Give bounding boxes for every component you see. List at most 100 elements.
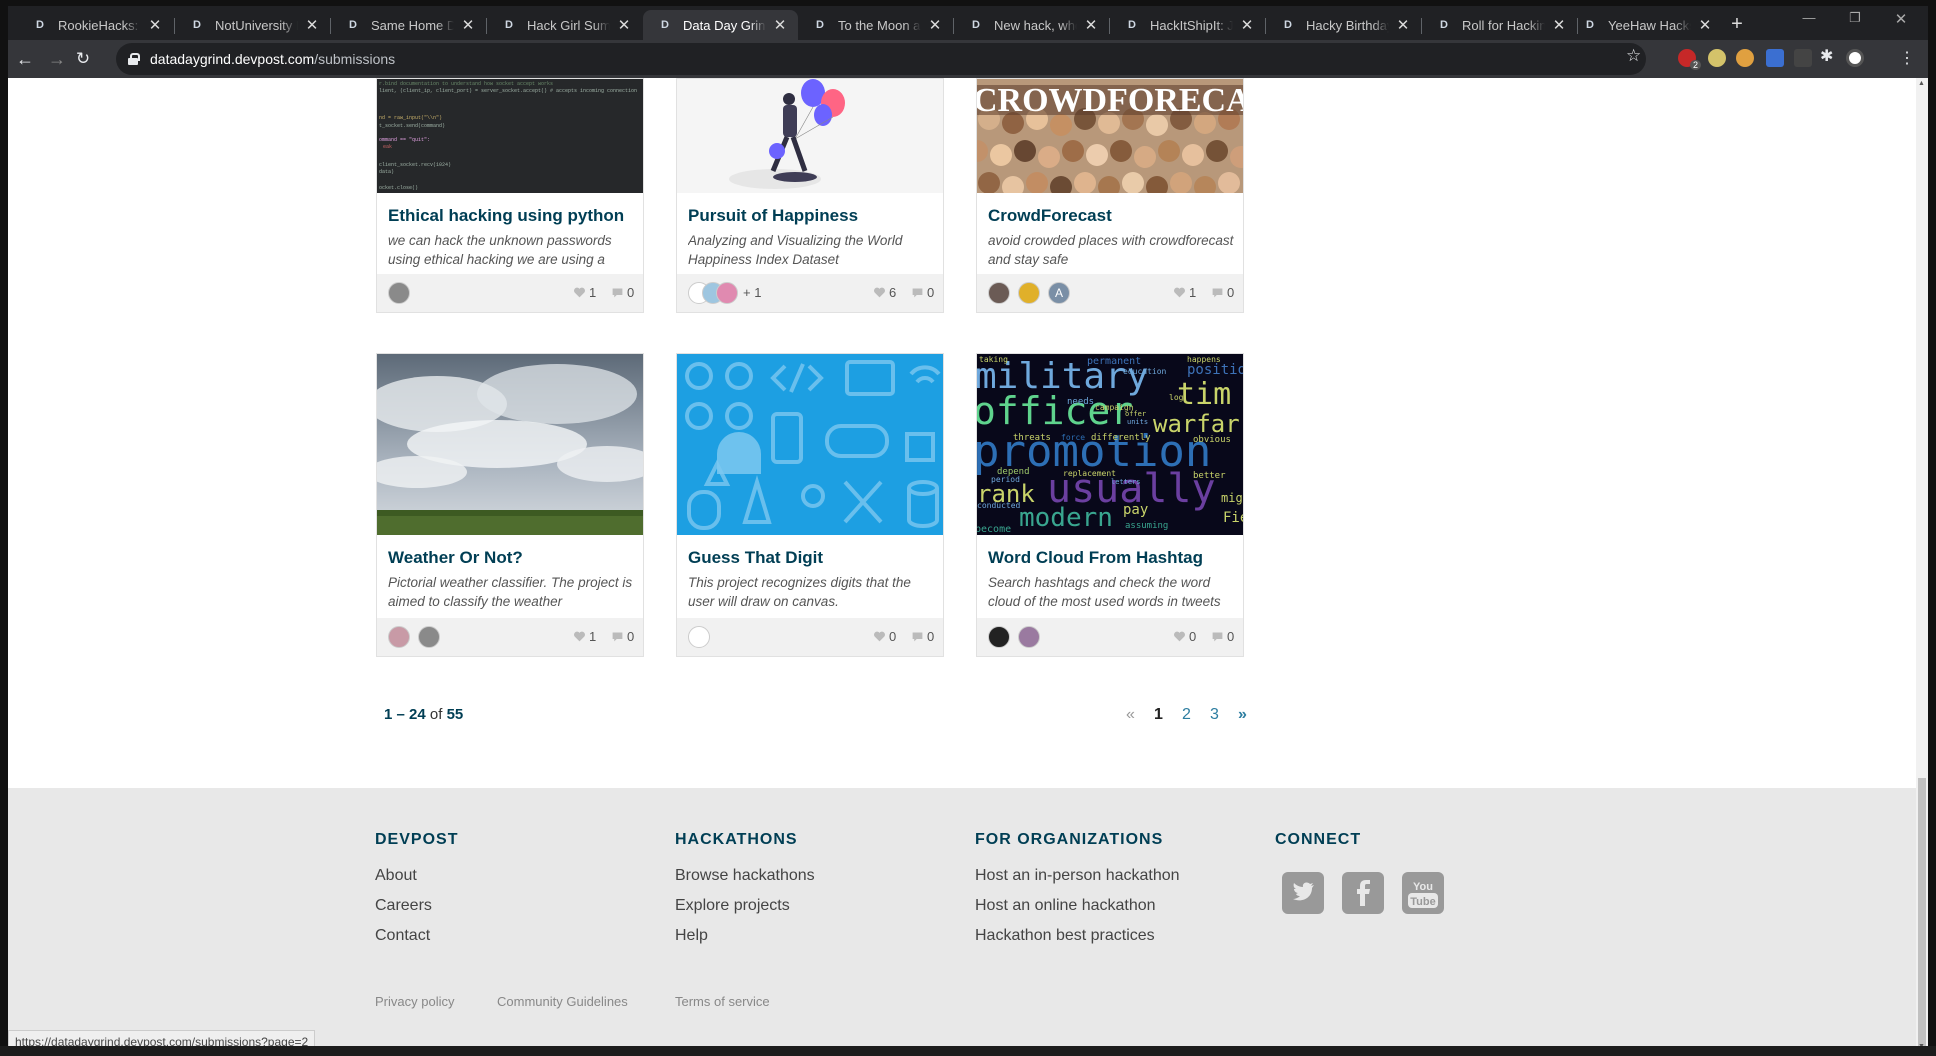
footer-link-careers[interactable]: Careers bbox=[375, 897, 432, 915]
close-tab-icon[interactable]: ✕ bbox=[1697, 16, 1713, 34]
project-title[interactable]: Ethical hacking using python bbox=[388, 206, 638, 226]
menu-kebab-icon[interactable]: ⋮ bbox=[1894, 46, 1920, 72]
footer-link-explore-projects[interactable]: Explore projects bbox=[675, 897, 790, 915]
comments-count: 0 bbox=[911, 629, 934, 644]
facebook-icon[interactable] bbox=[1342, 872, 1384, 914]
close-tab-icon[interactable]: ✕ bbox=[1083, 16, 1099, 34]
word-cloud-word: units bbox=[1127, 418, 1148, 426]
close-tab-icon[interactable]: ✕ bbox=[1395, 16, 1411, 34]
tab-to-the-moon[interactable]: D To the Moon and ✕ bbox=[798, 10, 953, 40]
svg-text:eak: eak bbox=[383, 144, 392, 150]
avatar[interactable] bbox=[388, 282, 410, 304]
devpost-favicon-icon: D bbox=[1128, 19, 1136, 31]
community-guidelines-link[interactable]: Community Guidelines bbox=[497, 994, 628, 1009]
word-cloud-word: tim bbox=[1177, 377, 1231, 412]
avatar[interactable] bbox=[418, 626, 440, 648]
project-thumbnail[interactable]: military officer promotion usually rank moder… bbox=[977, 354, 1243, 535]
extension-hat-icon[interactable] bbox=[1766, 49, 1784, 67]
avatar[interactable] bbox=[388, 626, 410, 648]
page-scrollbar[interactable]: ▲ ▼ bbox=[1916, 78, 1928, 1052]
extension-bulb-icon[interactable] bbox=[1708, 49, 1726, 67]
avatar[interactable]: A bbox=[1048, 282, 1070, 304]
tab-hacky-birthday[interactable]: D Hacky Birthday h ✕ bbox=[1266, 10, 1421, 40]
avatar[interactable] bbox=[988, 282, 1010, 304]
tab-new-hack[interactable]: D New hack, who t ✕ bbox=[954, 10, 1109, 40]
extension-cookie-icon[interactable] bbox=[1736, 49, 1754, 67]
close-tab-icon[interactable]: ✕ bbox=[460, 16, 476, 34]
word-cloud-word: assuming bbox=[1125, 521, 1168, 531]
project-thumbnail[interactable] bbox=[677, 354, 943, 535]
browser-toolbar: ← → ↻ datadaygrind.devpost.com /submissi… bbox=[8, 40, 1928, 78]
project-title[interactable]: Word Cloud From Hashtag bbox=[988, 548, 1238, 568]
footer-link-in-person[interactable]: Host an in-person hackathon bbox=[975, 867, 1180, 885]
close-tab-icon[interactable]: ✕ bbox=[1551, 16, 1567, 34]
address-bar[interactable]: datadaygrind.devpost.com /submissions bbox=[116, 43, 1646, 75]
project-description: Analyzing and Visualizing the World Happ… bbox=[688, 233, 903, 267]
avatar[interactable] bbox=[988, 626, 1010, 648]
close-tab-icon[interactable]: ✕ bbox=[147, 16, 163, 34]
tab-data-day-grind[interactable]: D Data Day Grind: I ✕ bbox=[643, 10, 798, 40]
project-card[interactable]: Pursuit of Happiness Analyzing and Visua… bbox=[676, 78, 944, 313]
next-page-button[interactable]: » bbox=[1238, 706, 1247, 724]
footer-link-contact[interactable]: Contact bbox=[375, 927, 430, 945]
page-2-button[interactable]: 2 bbox=[1182, 706, 1191, 724]
close-tab-icon[interactable]: ✕ bbox=[927, 16, 943, 34]
footer-link-about[interactable]: About bbox=[375, 867, 417, 885]
close-tab-icon[interactable]: ✕ bbox=[616, 16, 632, 34]
project-card[interactable]: Weather Or Not? Pictorial weather classi… bbox=[376, 353, 644, 657]
back-icon[interactable]: ← bbox=[12, 46, 38, 72]
comment-icon bbox=[912, 632, 923, 642]
word-cloud-word: better bbox=[1193, 471, 1226, 481]
minimize-icon[interactable]: — bbox=[1786, 10, 1832, 25]
extensions-puzzle-icon[interactable]: ✱ bbox=[1820, 46, 1838, 65]
avatar[interactable] bbox=[1018, 282, 1040, 304]
project-thumbnail[interactable] bbox=[677, 79, 943, 193]
project-title[interactable]: Weather Or Not? bbox=[388, 548, 638, 568]
close-window-icon[interactable]: ✕ bbox=[1878, 10, 1924, 28]
footer-link-best-practices[interactable]: Hackathon best practices bbox=[975, 927, 1155, 945]
project-thumbnail[interactable] bbox=[377, 354, 643, 535]
prev-page-button[interactable]: « bbox=[1126, 706, 1135, 724]
terms-of-service-link[interactable]: Terms of service bbox=[675, 994, 770, 1009]
forward-icon[interactable]: → bbox=[44, 46, 70, 72]
tab-hackitshipit[interactable]: D HackItShipIt: Joi ✕ bbox=[1110, 10, 1265, 40]
project-card[interactable]: CROWDFORECAS CrowdForecast avoid crowded… bbox=[976, 78, 1244, 313]
tab-hack-girl[interactable]: D Hack Girl Summe ✕ bbox=[487, 10, 642, 40]
scroll-up-icon[interactable]: ▲ bbox=[1918, 80, 1925, 87]
extension-dark-icon[interactable] bbox=[1794, 49, 1812, 67]
youtube-icon[interactable]: You Tube bbox=[1402, 872, 1444, 914]
tab-rookiehacks[interactable]: D RookieHacks: Att ✕ bbox=[18, 10, 173, 40]
avatar[interactable] bbox=[688, 626, 710, 648]
privacy-policy-link[interactable]: Privacy policy bbox=[375, 994, 454, 1009]
reload-icon[interactable]: ↻ bbox=[70, 46, 96, 72]
avatar[interactable] bbox=[1018, 626, 1040, 648]
project-card[interactable]: military officer promotion usually rank moder… bbox=[976, 353, 1244, 657]
project-card[interactable]: r.bind documentation to understand how s… bbox=[376, 78, 644, 313]
scrollbar-thumb[interactable] bbox=[1918, 778, 1926, 1048]
footer-link-browse-hackathons[interactable]: Browse hackathons bbox=[675, 867, 815, 885]
tab-yeehaw-hacks[interactable]: D YeeHaw Hacks: V ✕ bbox=[1568, 10, 1723, 40]
project-title[interactable]: CrowdForecast bbox=[988, 206, 1238, 226]
avatar[interactable] bbox=[716, 282, 738, 304]
project-title[interactable]: Guess That Digit bbox=[688, 548, 938, 568]
twitter-icon[interactable] bbox=[1282, 872, 1324, 914]
page-1-button[interactable]: 1 bbox=[1154, 706, 1163, 724]
tab-same-home[interactable]: D Same Home Diffi ✕ bbox=[331, 10, 486, 40]
footer-link-online[interactable]: Host an online hackathon bbox=[975, 897, 1156, 915]
profile-avatar[interactable] bbox=[1846, 49, 1864, 67]
tab-notuniversity[interactable]: D NotUniversity Ha ✕ bbox=[175, 10, 330, 40]
project-card[interactable]: Guess That Digit This project recognizes… bbox=[676, 353, 944, 657]
word-cloud-word: warfar bbox=[1153, 410, 1240, 438]
close-tab-icon[interactable]: ✕ bbox=[772, 16, 788, 34]
project-thumbnail[interactable]: CROWDFORECAS bbox=[977, 79, 1243, 193]
page-3-button[interactable]: 3 bbox=[1210, 706, 1219, 724]
restore-icon[interactable]: ❐ bbox=[1832, 10, 1878, 26]
project-title[interactable]: Pursuit of Happiness bbox=[688, 206, 938, 226]
project-thumbnail[interactable]: r.bind documentation to understand how s… bbox=[377, 79, 643, 193]
new-tab-button[interactable]: + bbox=[1724, 12, 1750, 38]
close-tab-icon[interactable]: ✕ bbox=[1239, 16, 1255, 34]
word-cloud-word: happens bbox=[1187, 355, 1221, 364]
close-tab-icon[interactable]: ✕ bbox=[304, 16, 320, 34]
tab-roll-for-hacking[interactable]: D Roll for Hacking ✕ bbox=[1422, 10, 1577, 40]
footer-link-help[interactable]: Help bbox=[675, 927, 708, 945]
